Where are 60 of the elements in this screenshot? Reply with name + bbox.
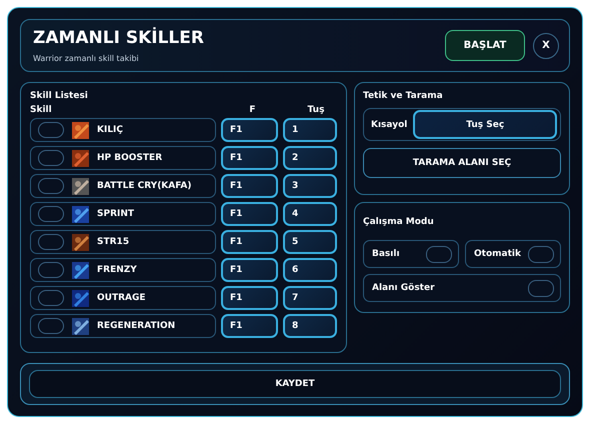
skill-icon [72,318,89,334]
skill-icon [72,206,89,222]
panel-title: Skill Listesi [30,91,89,101]
hotkey-field[interactable]: 6 [283,258,337,282]
skill-checkbox[interactable] [38,122,64,138]
hotkey-field[interactable]: 4 [283,202,337,226]
panel-title: Çalışma Modu [363,217,435,227]
skill-name: BATTLE CRY(KAFA) [97,181,192,191]
skill-name: SPRINT [97,209,134,219]
panel-title: Tetik ve Tarama [363,91,444,101]
skill-checkbox[interactable] [38,290,64,306]
skill-checkbox[interactable] [38,150,64,166]
skill-checkbox[interactable] [38,318,64,334]
f-key-field[interactable]: F1 [221,118,278,142]
key-select-button[interactable]: Tuş Seç [413,110,557,139]
f-key-field[interactable]: F1 [221,146,278,170]
skill-name: FRENZY [97,265,137,275]
hotkey-field[interactable]: 5 [283,230,337,254]
f-key-field[interactable]: F1 [221,286,278,310]
skill-icon [72,290,89,306]
toggle-label: Basılı [372,249,400,259]
hotkey-field[interactable]: 2 [283,146,337,170]
hotkey-field[interactable]: 8 [283,314,337,338]
hotkey-field[interactable]: 3 [283,174,337,198]
toggle-label: Alanı Göster [372,283,435,293]
start-button[interactable]: BAŞLAT [445,30,525,61]
skill-checkbox[interactable] [38,234,64,250]
toggle-switch[interactable] [528,246,554,262]
column-header: F [248,105,257,115]
toggle-switch[interactable] [528,280,554,296]
skill-icon [72,262,89,278]
f-key-field[interactable]: F1 [221,230,278,254]
skill-name: KILIÇ [97,125,124,135]
f-key-field[interactable]: F1 [221,174,278,198]
close-button[interactable]: X [533,32,559,58]
skill-icon [72,178,89,194]
shortcut-label: Kısayol [371,120,408,130]
window-title: ZAMANLI SKİLLER [33,28,205,48]
hotkey-field[interactable]: 7 [283,286,337,310]
f-key-field[interactable]: F1 [221,258,278,282]
column-header: Tuş [306,105,326,115]
toggle-switch[interactable] [426,246,452,262]
skill-checkbox[interactable] [38,206,64,222]
skill-icon [72,234,89,250]
skill-name: REGENERATION [97,321,176,331]
column-header: Skill [30,105,53,115]
skill-icon [72,122,89,138]
toggle-label: Otomatik [474,249,521,259]
f-key-field[interactable]: F1 [221,202,278,226]
hotkey-field[interactable]: 1 [283,118,337,142]
skill-checkbox[interactable] [38,178,64,194]
skill-name: STR15 [97,237,130,247]
save-button[interactable]: KAYDET [29,370,561,398]
f-key-field[interactable]: F1 [221,314,278,338]
skill-name: HP BOOSTER [97,153,162,163]
skill-name: OUTRAGE [97,293,146,303]
skill-icon [72,150,89,166]
scan-area-button[interactable]: TARAMA ALANI SEÇ [363,148,561,178]
skill-checkbox[interactable] [38,262,64,278]
window-subtitle: Warrior zamanlı skill takibi [33,54,140,63]
